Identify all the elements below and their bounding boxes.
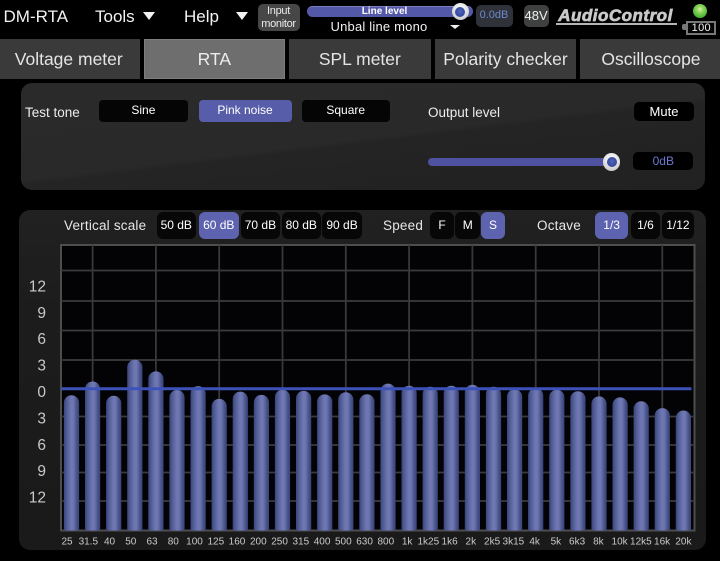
svg-text:1k25: 1k25 [417, 537, 439, 548]
svg-text:125: 125 [207, 537, 224, 548]
svg-text:100: 100 [186, 537, 203, 548]
svg-text:8k: 8k [593, 537, 605, 548]
svg-text:3k15: 3k15 [503, 537, 525, 548]
svg-text:2k5: 2k5 [484, 537, 501, 548]
svg-text:9: 9 [37, 463, 46, 480]
svg-text:200: 200 [250, 537, 267, 548]
svg-text:80: 80 [168, 537, 180, 548]
svg-text:315: 315 [292, 537, 309, 548]
svg-text:12: 12 [29, 278, 46, 295]
svg-text:3: 3 [37, 410, 46, 427]
svg-text:6: 6 [37, 437, 46, 454]
svg-text:63: 63 [146, 537, 158, 548]
svg-text:31.5: 31.5 [79, 537, 99, 548]
svg-text:2k: 2k [466, 537, 478, 548]
svg-text:800: 800 [377, 537, 394, 548]
svg-text:3: 3 [37, 358, 46, 375]
svg-text:6: 6 [37, 331, 46, 348]
svg-text:20k: 20k [675, 537, 692, 548]
svg-text:250: 250 [271, 537, 288, 548]
svg-text:160: 160 [229, 537, 246, 548]
svg-text:630: 630 [356, 537, 373, 548]
svg-text:1k: 1k [402, 537, 414, 548]
svg-text:5k: 5k [551, 537, 563, 548]
svg-text:40: 40 [104, 537, 116, 548]
svg-text:0: 0 [37, 384, 46, 401]
svg-text:9: 9 [37, 305, 46, 322]
svg-text:12: 12 [29, 490, 46, 507]
svg-text:4k: 4k [529, 537, 541, 548]
svg-text:50: 50 [125, 537, 137, 548]
svg-text:500: 500 [335, 537, 352, 548]
svg-text:10k: 10k [612, 537, 629, 548]
svg-text:6k3: 6k3 [569, 537, 586, 548]
svg-text:12k5: 12k5 [630, 537, 652, 548]
svg-text:400: 400 [314, 537, 331, 548]
svg-text:1k6: 1k6 [442, 537, 459, 548]
svg-text:25: 25 [61, 537, 73, 548]
svg-text:16k: 16k [654, 537, 671, 548]
